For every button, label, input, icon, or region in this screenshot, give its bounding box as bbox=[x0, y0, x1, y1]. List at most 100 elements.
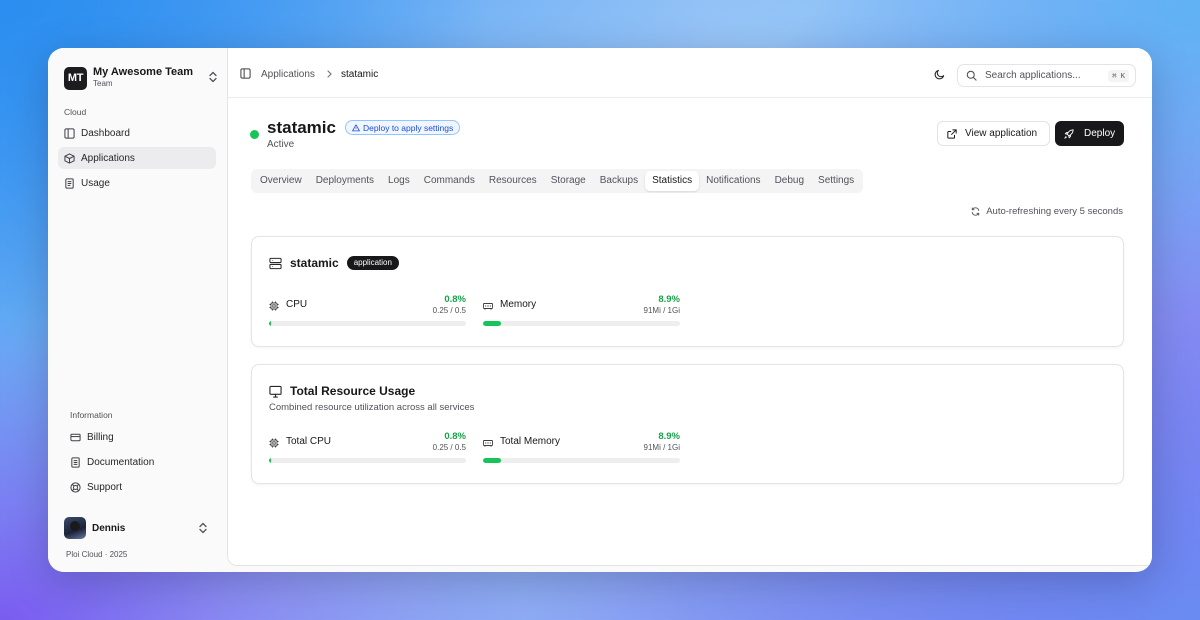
total-cpu-label: Total CPU bbox=[286, 436, 332, 447]
sidebar-item-usage[interactable]: Usage bbox=[58, 172, 216, 194]
status-dot bbox=[250, 130, 259, 139]
tab-commands[interactable]: Commands bbox=[417, 171, 482, 191]
memory-percent: 8.9% bbox=[658, 294, 680, 305]
sidebar-item-billing[interactable]: Billing bbox=[64, 426, 214, 448]
tab-overview[interactable]: Overview bbox=[253, 171, 309, 191]
sidebar: MT My Awesome Team Team Cloud Dashboard … bbox=[48, 48, 226, 572]
total-cpu-progress-track bbox=[269, 458, 466, 463]
tab-storage[interactable]: Storage bbox=[544, 171, 593, 191]
team-logo: MT bbox=[64, 66, 87, 90]
total-resource-card: Total Resource Usage Combined resource u… bbox=[251, 364, 1124, 484]
tab-resources[interactable]: Resources bbox=[482, 171, 544, 191]
memory-icon bbox=[483, 303, 493, 310]
document-icon bbox=[65, 177, 74, 189]
info-section: Information Billing Documentation Suppor… bbox=[64, 410, 214, 501]
total-memory-progress-track bbox=[483, 458, 680, 463]
cpu-detail: 0.25 / 0.5 bbox=[432, 306, 466, 315]
team-switcher[interactable]: MT My Awesome Team Team bbox=[64, 64, 216, 92]
view-application-button[interactable]: View application bbox=[937, 121, 1050, 146]
total-cpu-progress-fill bbox=[269, 458, 271, 463]
service-type-badge: application bbox=[346, 256, 399, 270]
sidebar-toggle-icon[interactable] bbox=[240, 68, 251, 79]
total-memory-percent: 8.9% bbox=[658, 431, 680, 442]
memory-metric: Memory 8.9% 91Mi / 1Gi bbox=[483, 294, 680, 328]
auto-refresh-indicator: Auto-refreshing every 5 seconds bbox=[971, 206, 1123, 217]
search-input[interactable] bbox=[985, 70, 1105, 81]
sidebar-item-label: Billing bbox=[87, 431, 114, 443]
team-role: Team bbox=[93, 79, 113, 88]
layout-icon bbox=[64, 127, 75, 139]
cpu-progress-track bbox=[269, 321, 466, 326]
tab-notifications[interactable]: Notifications bbox=[699, 171, 767, 191]
rocket-icon bbox=[1064, 128, 1074, 139]
refresh-icon bbox=[972, 207, 980, 216]
sidebar-item-applications[interactable]: Applications bbox=[58, 147, 216, 169]
app-window: MT My Awesome Team Team Cloud Dashboard … bbox=[48, 48, 1152, 572]
avatar bbox=[64, 517, 86, 539]
sidebar-item-label: Usage bbox=[81, 177, 110, 189]
cpu-label: CPU bbox=[286, 299, 308, 310]
sidebar-item-label: Applications bbox=[81, 152, 135, 164]
deploy-hint-badge[interactable]: Deploy to apply settings bbox=[345, 120, 461, 135]
package-icon bbox=[64, 152, 75, 164]
cpu-progress-fill bbox=[269, 321, 271, 326]
tab-backups[interactable]: Backups bbox=[593, 171, 645, 191]
deploy-label: Deploy bbox=[1084, 128, 1116, 139]
breadcrumb-applications[interactable]: Applications bbox=[261, 69, 315, 80]
memory-detail: 91Mi / 1Gi bbox=[643, 306, 680, 315]
view-application-label: View application bbox=[965, 128, 1038, 139]
deploy-button[interactable]: Deploy bbox=[1055, 121, 1124, 146]
total-cpu-percent: 0.8% bbox=[444, 431, 466, 442]
book-icon bbox=[71, 456, 80, 468]
tab-logs[interactable]: Logs bbox=[381, 171, 417, 191]
memory-progress-fill bbox=[483, 321, 501, 326]
total-memory-detail: 91Mi / 1Gi bbox=[643, 443, 680, 452]
sidebar-item-label: Support bbox=[87, 481, 123, 493]
tab-deployments[interactable]: Deployments bbox=[309, 171, 381, 191]
cpu-metric: CPU 0.8% 0.25 / 0.5 bbox=[269, 294, 466, 328]
total-memory-metric: Total Memory 8.9% 91Mi / 1Gi bbox=[483, 431, 680, 465]
shortcut-hint: ⌘ K bbox=[1108, 70, 1129, 82]
memory-label: Memory bbox=[500, 299, 537, 310]
tab-statistics[interactable]: Statistics bbox=[645, 171, 700, 191]
memory-icon bbox=[483, 440, 493, 447]
cpu-percent: 0.8% bbox=[444, 294, 466, 305]
total-memory-progress-fill bbox=[483, 458, 501, 463]
page-title: statamic bbox=[267, 118, 336, 137]
lifebuoy-icon bbox=[70, 481, 81, 493]
app-status: Active bbox=[267, 139, 295, 150]
breadcrumb-current: statamic bbox=[341, 69, 379, 80]
tab-debug[interactable]: Debug bbox=[768, 171, 811, 191]
chevron-up-down-icon[interactable] bbox=[208, 71, 218, 83]
moon-icon[interactable] bbox=[934, 69, 945, 80]
search-icon bbox=[966, 70, 977, 81]
chevron-up-down-icon[interactable] bbox=[198, 522, 208, 534]
sidebar-item-label: Dashboard bbox=[81, 127, 130, 139]
total-card-title: Total Resource Usage bbox=[290, 384, 416, 398]
tab-settings[interactable]: Settings bbox=[811, 171, 861, 191]
total-memory-label: Total Memory bbox=[500, 436, 561, 447]
main-panel: Applications statamic ⌘ K statamic Deplo… bbox=[227, 48, 1152, 566]
memory-progress-track bbox=[483, 321, 680, 326]
credit-card-icon bbox=[70, 433, 81, 441]
total-cpu-detail: 0.25 / 0.5 bbox=[432, 443, 466, 452]
footer-text: Ploi Cloud · 2025 bbox=[66, 550, 128, 559]
section-label-information: Information bbox=[70, 410, 113, 420]
total-card-subtitle: Combined resource utilization across all… bbox=[269, 402, 475, 413]
monitor-icon bbox=[269, 385, 282, 398]
sidebar-item-documentation[interactable]: Documentation bbox=[64, 451, 214, 473]
search-box[interactable]: ⌘ K bbox=[957, 64, 1136, 87]
cpu-icon bbox=[269, 438, 279, 448]
auto-refresh-text: Auto-refreshing every 5 seconds bbox=[986, 206, 1123, 217]
top-bar: Applications statamic ⌘ K bbox=[228, 48, 1152, 98]
user-name: Dennis bbox=[92, 522, 126, 534]
total-cpu-metric: Total CPU 0.8% 0.25 / 0.5 bbox=[269, 431, 466, 465]
user-menu[interactable]: Dennis bbox=[64, 516, 214, 540]
sidebar-item-support[interactable]: Support bbox=[64, 476, 214, 498]
sidebar-item-dashboard[interactable]: Dashboard bbox=[58, 122, 216, 144]
service-stats-card: statamic application CPU 0.8% 0.25 / 0.5… bbox=[251, 236, 1124, 347]
warning-icon bbox=[352, 123, 360, 131]
external-link-icon bbox=[947, 128, 957, 139]
server-icon bbox=[269, 257, 282, 269]
team-name: My Awesome Team bbox=[93, 66, 194, 78]
